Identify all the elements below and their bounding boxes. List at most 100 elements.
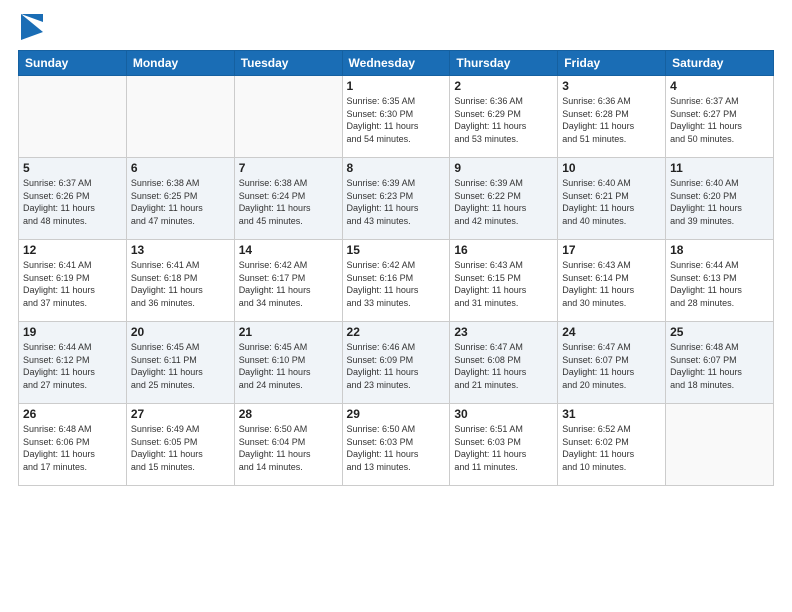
calendar-week-row: 26 Sunrise: 6:48 AM Sunset: 6:06 PM Dayli…	[19, 404, 774, 486]
day-info: Sunrise: 6:52 AM Sunset: 6:02 PM Dayligh…	[562, 423, 661, 473]
page: Sunday Monday Tuesday Wednesday Thursday…	[0, 0, 792, 612]
day-info: Sunrise: 6:39 AM Sunset: 6:23 PM Dayligh…	[347, 177, 446, 227]
table-row: 14 Sunrise: 6:42 AM Sunset: 6:17 PM Dayli…	[234, 240, 342, 322]
table-row: 17 Sunrise: 6:43 AM Sunset: 6:14 PM Dayli…	[558, 240, 666, 322]
day-info: Sunrise: 6:41 AM Sunset: 6:18 PM Dayligh…	[131, 259, 230, 309]
day-info: Sunrise: 6:38 AM Sunset: 6:25 PM Dayligh…	[131, 177, 230, 227]
day-number: 7	[239, 161, 338, 175]
day-info: Sunrise: 6:40 AM Sunset: 6:21 PM Dayligh…	[562, 177, 661, 227]
table-row: 20 Sunrise: 6:45 AM Sunset: 6:11 PM Dayli…	[126, 322, 234, 404]
day-number: 23	[454, 325, 553, 339]
day-info: Sunrise: 6:37 AM Sunset: 6:26 PM Dayligh…	[23, 177, 122, 227]
day-info: Sunrise: 6:44 AM Sunset: 6:12 PM Dayligh…	[23, 341, 122, 391]
day-info: Sunrise: 6:50 AM Sunset: 6:04 PM Dayligh…	[239, 423, 338, 473]
table-row: 24Sunrise: 6:47 AM Sunset: 6:07 PM Dayli…	[558, 322, 666, 404]
table-row	[19, 76, 127, 158]
day-info: Sunrise: 6:41 AM Sunset: 6:19 PM Dayligh…	[23, 259, 122, 309]
table-row: 15Sunrise: 6:42 AM Sunset: 6:16 PM Dayli…	[342, 240, 450, 322]
table-row: 27 Sunrise: 6:49 AM Sunset: 6:05 PM Dayli…	[126, 404, 234, 486]
day-number: 13	[131, 243, 230, 257]
logo	[18, 18, 43, 40]
table-row: 10 Sunrise: 6:40 AM Sunset: 6:21 PM Dayli…	[558, 158, 666, 240]
day-number: 29	[347, 407, 446, 421]
logo-icon	[21, 14, 43, 40]
day-info: Sunrise: 6:43 AM Sunset: 6:14 PM Dayligh…	[562, 259, 661, 309]
header-sunday: Sunday	[19, 51, 127, 76]
day-info: Sunrise: 6:42 AM Sunset: 6:17 PM Dayligh…	[239, 259, 338, 309]
day-info: Sunrise: 6:39 AM Sunset: 6:22 PM Dayligh…	[454, 177, 553, 227]
day-number: 2	[454, 79, 553, 93]
day-number: 21	[239, 325, 338, 339]
table-row: 16 Sunrise: 6:43 AM Sunset: 6:15 PM Dayli…	[450, 240, 558, 322]
table-row: 29 Sunrise: 6:50 AM Sunset: 6:03 PM Dayli…	[342, 404, 450, 486]
header-wednesday: Wednesday	[342, 51, 450, 76]
day-number: 24	[562, 325, 661, 339]
table-row: 7 Sunrise: 6:38 AM Sunset: 6:24 PM Daylig…	[234, 158, 342, 240]
day-number: 6	[131, 161, 230, 175]
table-row: 22Sunrise: 6:46 AM Sunset: 6:09 PM Dayli…	[342, 322, 450, 404]
day-info: Sunrise: 6:38 AM Sunset: 6:24 PM Dayligh…	[239, 177, 338, 227]
day-info: Sunrise: 6:49 AM Sunset: 6:05 PM Dayligh…	[131, 423, 230, 473]
table-row: 23 Sunrise: 6:47 AM Sunset: 6:08 PM Dayli…	[450, 322, 558, 404]
weekday-header-row: Sunday Monday Tuesday Wednesday Thursday…	[19, 51, 774, 76]
day-number: 1	[347, 79, 446, 93]
day-info: Sunrise: 6:47 AM Sunset: 6:08 PM Dayligh…	[454, 341, 553, 391]
calendar-week-row: 19Sunrise: 6:44 AM Sunset: 6:12 PM Dayli…	[19, 322, 774, 404]
day-info: Sunrise: 6:48 AM Sunset: 6:07 PM Dayligh…	[670, 341, 769, 391]
day-info: Sunrise: 6:48 AM Sunset: 6:06 PM Dayligh…	[23, 423, 122, 473]
day-info: Sunrise: 6:36 AM Sunset: 6:28 PM Dayligh…	[562, 95, 661, 145]
table-row: 26 Sunrise: 6:48 AM Sunset: 6:06 PM Dayli…	[19, 404, 127, 486]
calendar-table: Sunday Monday Tuesday Wednesday Thursday…	[18, 50, 774, 486]
day-info: Sunrise: 6:43 AM Sunset: 6:15 PM Dayligh…	[454, 259, 553, 309]
calendar-week-row: 12Sunrise: 6:41 AM Sunset: 6:19 PM Dayli…	[19, 240, 774, 322]
table-row: 13 Sunrise: 6:41 AM Sunset: 6:18 PM Dayli…	[126, 240, 234, 322]
day-number: 27	[131, 407, 230, 421]
table-row: 31Sunrise: 6:52 AM Sunset: 6:02 PM Dayli…	[558, 404, 666, 486]
table-row	[126, 76, 234, 158]
table-row: 30 Sunrise: 6:51 AM Sunset: 6:03 PM Dayli…	[450, 404, 558, 486]
day-number: 4	[670, 79, 769, 93]
table-row: 19Sunrise: 6:44 AM Sunset: 6:12 PM Dayli…	[19, 322, 127, 404]
header-tuesday: Tuesday	[234, 51, 342, 76]
day-info: Sunrise: 6:42 AM Sunset: 6:16 PM Dayligh…	[347, 259, 446, 309]
table-row	[234, 76, 342, 158]
day-number: 10	[562, 161, 661, 175]
day-number: 11	[670, 161, 769, 175]
day-number: 25	[670, 325, 769, 339]
header	[18, 18, 774, 40]
day-number: 30	[454, 407, 553, 421]
header-monday: Monday	[126, 51, 234, 76]
table-row: 4 Sunrise: 6:37 AM Sunset: 6:27 PM Daylig…	[666, 76, 774, 158]
day-number: 18	[670, 243, 769, 257]
table-row	[666, 404, 774, 486]
table-row: 12Sunrise: 6:41 AM Sunset: 6:19 PM Dayli…	[19, 240, 127, 322]
day-info: Sunrise: 6:36 AM Sunset: 6:29 PM Dayligh…	[454, 95, 553, 145]
calendar-week-row: 5Sunrise: 6:37 AM Sunset: 6:26 PM Daylig…	[19, 158, 774, 240]
day-info: Sunrise: 6:45 AM Sunset: 6:10 PM Dayligh…	[239, 341, 338, 391]
day-info: Sunrise: 6:44 AM Sunset: 6:13 PM Dayligh…	[670, 259, 769, 309]
table-row: 6 Sunrise: 6:38 AM Sunset: 6:25 PM Daylig…	[126, 158, 234, 240]
table-row: 18 Sunrise: 6:44 AM Sunset: 6:13 PM Dayli…	[666, 240, 774, 322]
day-info: Sunrise: 6:51 AM Sunset: 6:03 PM Dayligh…	[454, 423, 553, 473]
table-row: 3 Sunrise: 6:36 AM Sunset: 6:28 PM Daylig…	[558, 76, 666, 158]
day-number: 3	[562, 79, 661, 93]
day-number: 28	[239, 407, 338, 421]
day-number: 20	[131, 325, 230, 339]
table-row: 8 Sunrise: 6:39 AM Sunset: 6:23 PM Daylig…	[342, 158, 450, 240]
day-number: 14	[239, 243, 338, 257]
day-info: Sunrise: 6:40 AM Sunset: 6:20 PM Dayligh…	[670, 177, 769, 227]
table-row: 25 Sunrise: 6:48 AM Sunset: 6:07 PM Dayli…	[666, 322, 774, 404]
header-friday: Friday	[558, 51, 666, 76]
table-row: 5Sunrise: 6:37 AM Sunset: 6:26 PM Daylig…	[19, 158, 127, 240]
day-number: 17	[562, 243, 661, 257]
day-number: 8	[347, 161, 446, 175]
day-info: Sunrise: 6:45 AM Sunset: 6:11 PM Dayligh…	[131, 341, 230, 391]
day-number: 16	[454, 243, 553, 257]
table-row: 21 Sunrise: 6:45 AM Sunset: 6:10 PM Dayli…	[234, 322, 342, 404]
header-thursday: Thursday	[450, 51, 558, 76]
day-number: 9	[454, 161, 553, 175]
day-number: 26	[23, 407, 122, 421]
day-info: Sunrise: 6:50 AM Sunset: 6:03 PM Dayligh…	[347, 423, 446, 473]
day-info: Sunrise: 6:37 AM Sunset: 6:27 PM Dayligh…	[670, 95, 769, 145]
table-row: 9 Sunrise: 6:39 AM Sunset: 6:22 PM Daylig…	[450, 158, 558, 240]
